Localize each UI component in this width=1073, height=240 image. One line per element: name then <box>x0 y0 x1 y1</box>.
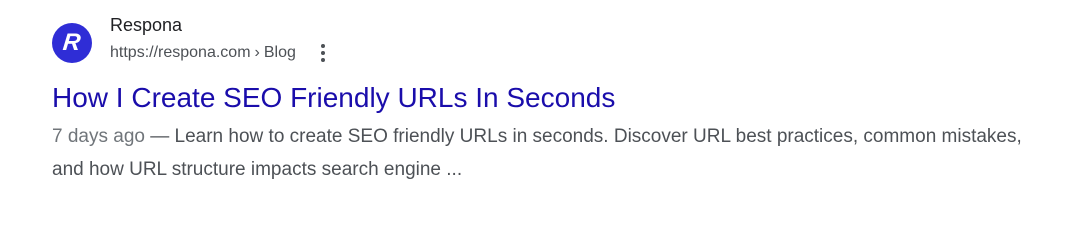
more-dot <box>320 51 325 55</box>
respona-logo-icon: R <box>61 29 83 56</box>
site-name[interactable]: Respona <box>110 14 330 36</box>
snippet-dash: — <box>150 126 170 147</box>
more-dot <box>320 44 325 48</box>
snippet-date: 7 days ago <box>52 126 145 147</box>
snippet-text: Learn how to create SEO friendly URLs in… <box>52 126 1022 180</box>
site-info: R Respona https://respona.com › Blog <box>52 15 1052 71</box>
result-snippet: 7 days ago — Learn how to create SEO fri… <box>52 120 1047 186</box>
more-vert-icon[interactable] <box>316 42 330 64</box>
search-result: R Respona https://respona.com › Blog How… <box>52 15 1052 186</box>
site-url[interactable]: https://respona.com <box>110 43 251 63</box>
more-dot <box>320 58 325 62</box>
result-title-link[interactable]: How I Create SEO Friendly URLs In Second… <box>52 81 1052 115</box>
site-text: Respona https://respona.com › Blog <box>110 15 330 64</box>
breadcrumb-separator: › <box>254 44 260 61</box>
breadcrumb-blog: Blog <box>263 44 296 61</box>
site-url-row: https://respona.com › Blog <box>110 42 330 64</box>
site-favicon[interactable]: R <box>52 23 92 63</box>
